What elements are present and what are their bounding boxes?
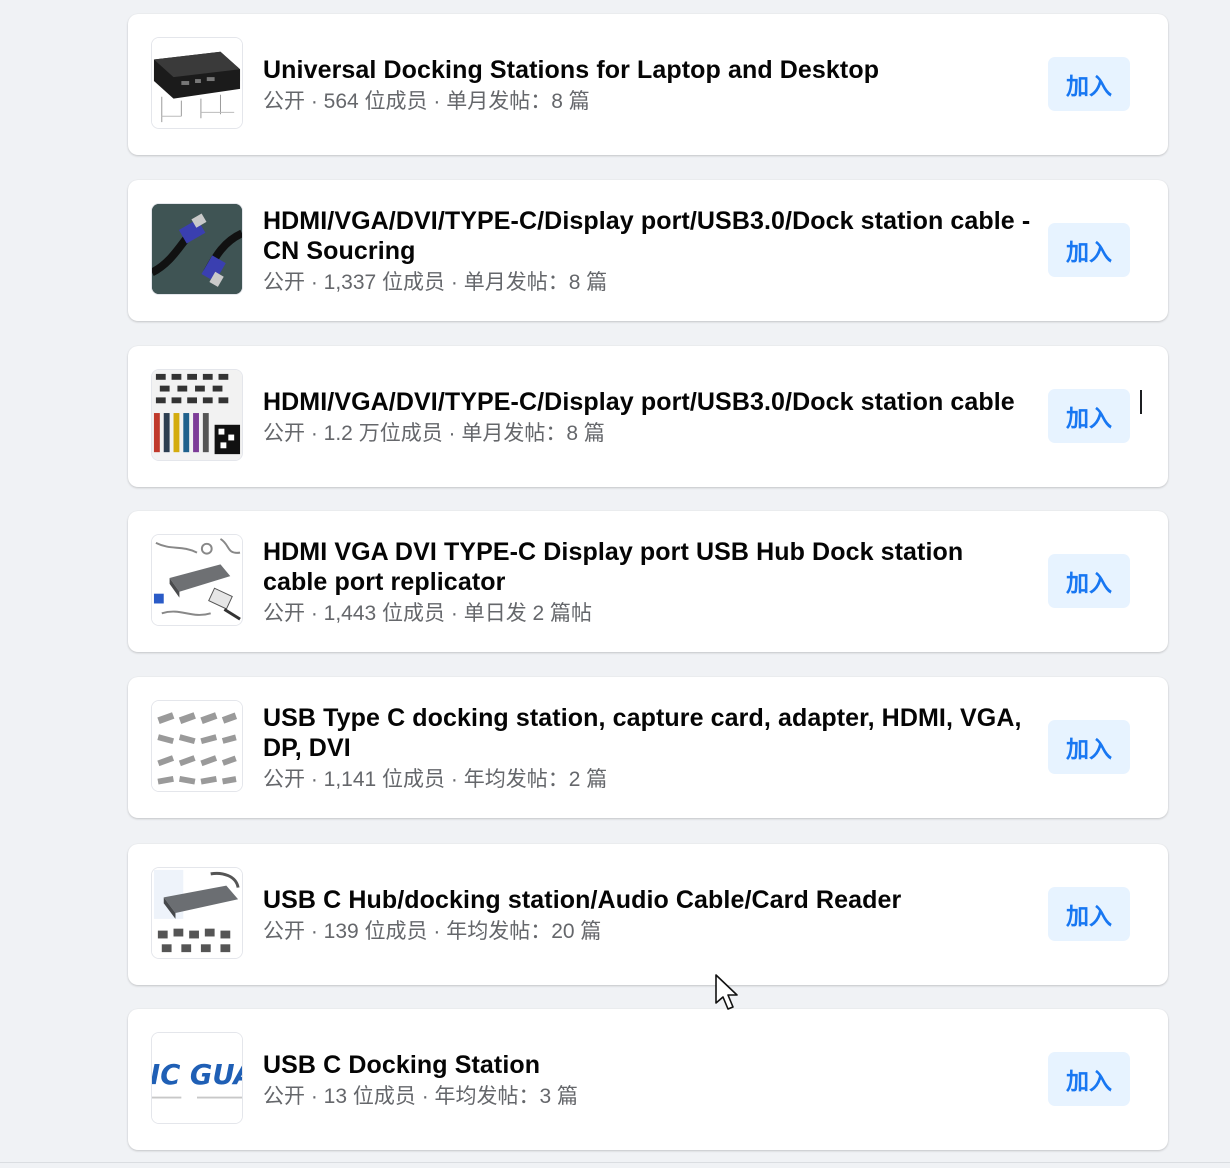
join-button[interactable]: 加入 (1048, 720, 1130, 774)
logo-text: IC GUA (152, 1060, 242, 1091)
group-thumbnail[interactable] (151, 534, 243, 626)
group-meta: 公开 · 139 位成员 · 年均发帖：20 篇 (263, 919, 602, 943)
join-button[interactable]: 加入 (1048, 887, 1130, 941)
group-title[interactable]: HDMI VGA DVI TYPE-C Display port USB Hub… (263, 537, 1033, 597)
group-meta: 公开 · 564 位成员 · 单月发帖：8 篇 (263, 89, 590, 113)
group-meta: 公开 · 1,443 位成员 · 单日发 2 篇帖 (263, 601, 593, 625)
join-button[interactable]: 加入 (1048, 554, 1130, 608)
group-search-results: Universal Docking Stations for Laptop an… (0, 0, 1230, 1168)
group-info: HDMI/VGA/DVI/TYPE-C/Display port/USB3.0/… (263, 180, 1033, 321)
group-title[interactable]: USB Type C docking station, capture card… (263, 703, 1033, 763)
group-meta: 公开 · 13 位成员 · 年均发帖：3 篇 (263, 1084, 579, 1108)
group-card[interactable]: IC GUA USB C Docking Station 公开 · 13 位成员… (128, 1009, 1168, 1150)
join-button[interactable]: 加入 (1048, 389, 1130, 443)
group-info: HDMI/VGA/DVI/TYPE-C/Display port/USB3.0/… (263, 346, 1033, 487)
group-info: USB C Docking Station 公开 · 13 位成员 · 年均发帖… (263, 1009, 1033, 1150)
group-info: USB C Hub/docking station/Audio Cable/Ca… (263, 844, 1033, 985)
cable-collection-image (152, 370, 242, 460)
usb-c-hub-image (152, 868, 242, 958)
group-title[interactable]: USB C Hub/docking station/Audio Cable/Ca… (263, 885, 1033, 915)
group-card[interactable]: HDMI/VGA/DVI/TYPE-C/Display port/USB3.0/… (128, 180, 1168, 321)
group-meta: 公开 · 1.2 万位成员 · 单月发帖：8 篇 (263, 421, 605, 445)
group-title[interactable]: Universal Docking Stations for Laptop an… (263, 55, 1033, 85)
group-card[interactable]: HDMI/VGA/DVI/TYPE-C/Display port/USB3.0/… (128, 346, 1168, 487)
join-button[interactable]: 加入 (1048, 223, 1130, 277)
join-button[interactable]: 加入 (1048, 57, 1130, 111)
mouse-pointer-icon (715, 974, 738, 1010)
group-card[interactable]: HDMI VGA DVI TYPE-C Display port USB Hub… (128, 511, 1168, 652)
group-card[interactable]: USB C Hub/docking station/Audio Cable/Ca… (128, 844, 1168, 985)
divider (0, 1162, 1230, 1163)
group-title[interactable]: USB C Docking Station (263, 1050, 1033, 1080)
group-title[interactable]: HDMI/VGA/DVI/TYPE-C/Display port/USB3.0/… (263, 387, 1033, 417)
adapter-collection-image (152, 701, 242, 791)
group-card[interactable]: USB Type C docking station, capture card… (128, 677, 1168, 818)
group-thumbnail[interactable]: IC GUA (151, 1032, 243, 1124)
brand-logo-image: IC GUA (152, 1033, 242, 1123)
text-caret (1140, 390, 1142, 414)
group-thumbnail[interactable] (151, 700, 243, 792)
group-thumbnail[interactable] (151, 867, 243, 959)
group-thumbnail[interactable] (151, 203, 243, 295)
group-title[interactable]: HDMI/VGA/DVI/TYPE-C/Display port/USB3.0/… (263, 206, 1033, 266)
join-button[interactable]: 加入 (1048, 1052, 1130, 1106)
hdmi-cable-image (152, 204, 242, 294)
group-card[interactable]: Universal Docking Stations for Laptop an… (128, 14, 1168, 155)
group-info: Universal Docking Stations for Laptop an… (263, 14, 1033, 155)
group-info: USB Type C docking station, capture card… (263, 677, 1033, 818)
docking-station-image (152, 38, 242, 128)
group-thumbnail[interactable] (151, 37, 243, 129)
usb-hub-image (152, 535, 242, 625)
group-meta: 公开 · 1,141 位成员 · 年均发帖：2 篇 (263, 767, 608, 791)
group-thumbnail[interactable] (151, 369, 243, 461)
group-info: HDMI VGA DVI TYPE-C Display port USB Hub… (263, 511, 1033, 652)
group-meta: 公开 · 1,337 位成员 · 单月发帖：8 篇 (263, 270, 608, 294)
